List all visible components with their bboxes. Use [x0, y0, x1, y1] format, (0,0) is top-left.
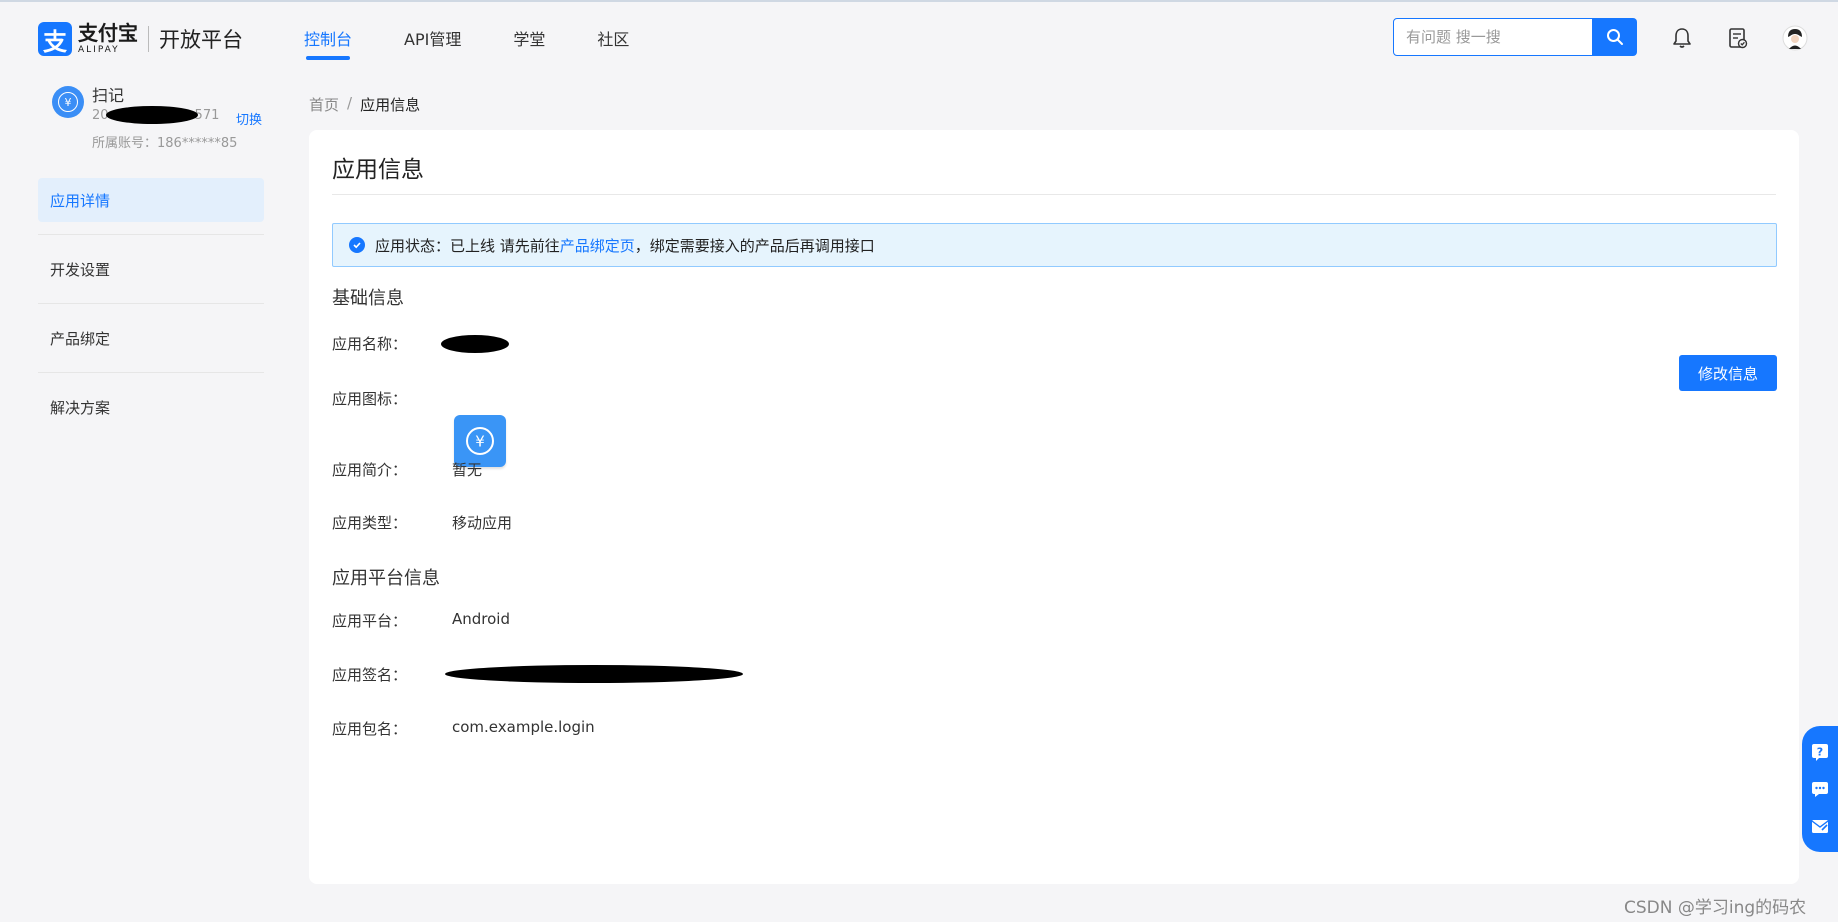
logo-name-en: ALIPAY — [78, 45, 120, 55]
app-signature-redacted — [445, 665, 743, 683]
account-name: 扫记 — [92, 86, 125, 105]
chat-button[interactable] — [1809, 778, 1831, 800]
platform-name: 开放平台 — [159, 28, 243, 52]
yuan-icon: ¥ — [58, 92, 78, 112]
sidebar-item-app-details[interactable]: 应用详情 — [38, 178, 264, 235]
product-binding-link[interactable]: 产品绑定页 — [560, 235, 635, 256]
redaction-mark — [106, 106, 198, 124]
title-divider — [332, 194, 1776, 195]
feedback-icon — [1811, 819, 1829, 833]
search-icon — [1607, 29, 1623, 45]
account-card: ¥ 扫记 20 571 切换 所属账号：186******85 — [38, 80, 264, 158]
notification-button[interactable] — [1668, 24, 1696, 52]
logo-name-cn: 支付宝 — [78, 21, 138, 45]
user-avatar-icon — [1782, 25, 1808, 51]
nav-academy[interactable]: 学堂 — [513, 26, 545, 58]
edit-info-button[interactable]: 修改信息 — [1679, 355, 1777, 391]
app-package-value: com.example.login — [452, 718, 595, 736]
app-platform-label: 应用平台： — [332, 612, 408, 630]
top-header: 支 支付宝 ALIPAY 开放平台 控制台 API管理 学堂 社区 — [0, 2, 1838, 70]
alert-text-prefix: 应用状态：已上线 请先前往 — [375, 236, 560, 255]
breadcrumb-home[interactable]: 首页 — [309, 94, 339, 115]
document-check-icon — [1729, 28, 1748, 49]
check-circle-icon — [349, 237, 365, 253]
app-name-redacted — [441, 335, 509, 353]
side-menu: 应用详情 开发设置 产品绑定 解决方案 — [38, 178, 264, 454]
alipay-logo[interactable]: 支 支付宝 ALIPAY 开放平台 — [38, 22, 243, 56]
app-type-label: 应用类型： — [332, 514, 408, 532]
breadcrumb: 首页 / 应用信息 — [309, 94, 420, 115]
search-box — [1393, 18, 1637, 56]
help-icon: ? — [1812, 744, 1828, 762]
owner-label: 所属账号： — [92, 136, 158, 151]
app-icon-glyph: ¥ — [475, 433, 485, 451]
help-button[interactable]: ? — [1809, 741, 1831, 763]
app-signature-label: 应用签名： — [332, 666, 408, 684]
basic-info-heading: 基础信息 — [332, 288, 404, 309]
app-info-card: 应用信息 应用状态：已上线 请先前往 产品绑定页 ，绑定需要接入的产品后再调用接口 … — [309, 130, 1799, 884]
breadcrumb-current: 应用信息 — [360, 96, 421, 114]
switch-account-link[interactable]: 切换 — [236, 109, 262, 128]
account-avatar: ¥ — [52, 86, 84, 118]
nav-community[interactable]: 社区 — [597, 26, 629, 58]
csdn-watermark: CSDN @学习ing的码农 — [1624, 898, 1807, 918]
alipay-logo-icon: 支 — [38, 22, 72, 56]
app-name-label: 应用名称： — [332, 335, 408, 353]
sidebar: ¥ 扫记 20 571 切换 所属账号：186******85 应用详情 开发设置… — [38, 80, 264, 417]
app-platform-value: Android — [452, 610, 510, 628]
sidebar-item-product-binding[interactable]: 产品绑定 — [38, 316, 264, 373]
svg-text:?: ? — [1817, 746, 1823, 759]
logo-divider — [148, 26, 149, 52]
bell-icon — [1673, 28, 1691, 48]
app-intro-value: 暂无 — [452, 461, 483, 479]
nav-api-management[interactable]: API管理 — [404, 26, 461, 58]
platform-info-heading: 应用平台信息 — [332, 568, 440, 589]
app-icon-label: 应用图标： — [332, 390, 408, 408]
page-title: 应用信息 — [332, 157, 424, 183]
logo-text: 支付宝 ALIPAY — [78, 23, 138, 55]
search-input[interactable] — [1393, 18, 1593, 56]
main-nav: 控制台 API管理 学堂 社区 — [304, 26, 681, 60]
breadcrumb-separator: / — [347, 94, 353, 112]
app-package-label: 应用包名： — [332, 720, 408, 738]
app-intro-label: 应用简介： — [332, 461, 408, 479]
alert-text-suffix: ，绑定需要接入的产品后再调用接口 — [634, 236, 875, 255]
user-menu[interactable] — [1781, 24, 1809, 52]
tasks-button[interactable] — [1724, 24, 1752, 52]
sidebar-item-dev-settings[interactable]: 开发设置 — [38, 247, 264, 304]
yuan-icon: ¥ — [466, 427, 494, 455]
app-status-alert: 应用状态：已上线 请先前往 产品绑定页 ，绑定需要接入的产品后再调用接口 — [332, 223, 1777, 267]
sidebar-item-solutions[interactable]: 解决方案 — [38, 385, 264, 429]
app-type-value: 移动应用 — [452, 514, 513, 532]
search-button[interactable] — [1593, 18, 1637, 56]
account-id-suffix: 571 — [194, 108, 220, 123]
owner-value: 186******85 — [157, 136, 238, 151]
account-owner: 所属账号：186******85 — [92, 132, 237, 151]
feedback-button[interactable] — [1809, 815, 1831, 837]
floating-toolbar: ? — [1802, 726, 1838, 852]
nav-console[interactable]: 控制台 — [304, 26, 352, 60]
chat-icon — [1812, 781, 1828, 797]
